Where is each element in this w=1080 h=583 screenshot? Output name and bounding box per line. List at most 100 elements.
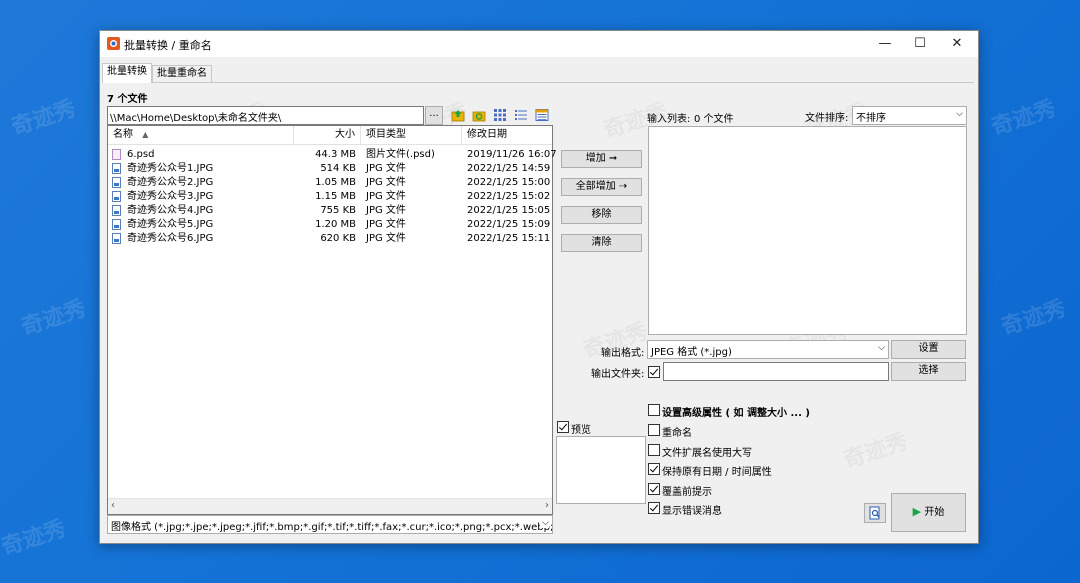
file-type: JPG 文件: [366, 163, 406, 174]
jpg-file-icon: [112, 205, 121, 216]
file-size: 1.15 MB: [315, 191, 356, 202]
file-size: 1.05 MB: [315, 177, 356, 188]
file-date: 2019/11/26 16:07: [467, 149, 557, 160]
column-header-size[interactable]: 大小: [294, 126, 361, 144]
file-type: JPG 文件: [366, 177, 406, 188]
output-format-dropdown[interactable]: JPEG 格式 (*.jpg) ⌵: [647, 340, 889, 359]
add-label: 增加: [585, 153, 606, 164]
maximize-icon[interactable]: ☐: [905, 35, 935, 53]
input-list[interactable]: [648, 126, 967, 335]
watermark: 奇迹秀: [988, 96, 1060, 141]
clear-button[interactable]: 清除: [561, 234, 642, 252]
preview-pane: [556, 436, 646, 504]
output-folder-label: 输出文件夹:: [591, 369, 645, 380]
watermark: 奇迹秀: [8, 96, 80, 141]
watermark: 奇迹秀: [0, 516, 70, 561]
output-folder-input[interactable]: [663, 362, 889, 381]
file-date: 2022/1/25 15:00: [467, 177, 551, 188]
choose-folder-button[interactable]: 选择: [891, 362, 966, 381]
column-header-name[interactable]: 名称 ▲: [108, 126, 294, 144]
input-list-count: 0 个文件: [694, 114, 734, 125]
sort-label: 文件排序:: [805, 113, 849, 124]
file-row[interactable]: 奇迹秀公众号6.JPG 620 KB JPG 文件 2022/1/25 15:1…: [108, 232, 550, 246]
show-errors-label: 显示错误消息: [662, 506, 722, 517]
settings-button[interactable]: 设置: [891, 340, 966, 359]
file-list-header: 名称 ▲ 大小 项目类型 修改日期: [108, 126, 552, 145]
file-row[interactable]: 6.psd 44.3 MB 图片文件(.psd) 2019/11/26 16:0…: [108, 148, 557, 162]
preview-checkbox[interactable]: [557, 421, 569, 433]
keep-datetime-label: 保持原有日期 / 时间属性: [662, 467, 772, 478]
sort-value: 不排序: [856, 113, 886, 124]
file-size: 44.3 MB: [315, 149, 356, 160]
file-row[interactable]: 奇迹秀公众号4.JPG 755 KB JPG 文件 2022/1/25 15:0…: [108, 204, 550, 218]
file-type: 图片文件(.psd): [366, 149, 435, 160]
add-all-label: 全部增加: [575, 181, 616, 192]
chevron-down-icon: ⌵: [540, 518, 549, 528]
file-type: JPG 文件: [366, 233, 406, 244]
file-type: JPG 文件: [366, 219, 406, 230]
column-header-type[interactable]: 项目类型: [361, 126, 462, 144]
add-all-button[interactable]: 全部增加 ⇢: [561, 178, 642, 196]
file-row[interactable]: 奇迹秀公众号1.JPG 514 KB JPG 文件 2022/1/25 14:5…: [108, 162, 550, 176]
file-name: 6.psd: [127, 149, 155, 160]
output-folder-checkbox[interactable]: [648, 366, 660, 378]
output-format-label: 输出格式:: [601, 348, 645, 359]
file-row[interactable]: 奇迹秀公众号5.JPG 1.20 MB JPG 文件 2022/1/25 15:…: [108, 218, 550, 232]
close-icon[interactable]: ✕: [942, 35, 972, 53]
watermark: 奇迹秀: [839, 424, 912, 475]
keep-datetime-checkbox[interactable]: [648, 463, 660, 475]
column-header-date[interactable]: 修改日期: [462, 126, 552, 144]
start-button[interactable]: ▶ 开始: [891, 493, 966, 532]
list-view-icon[interactable]: [514, 108, 528, 122]
advanced-settings-checkbox[interactable]: [648, 404, 660, 416]
uppercase-extension-checkbox[interactable]: [648, 444, 660, 456]
document-search-icon: [869, 506, 880, 520]
file-name: 奇迹秀公众号4.JPG: [127, 205, 214, 216]
show-errors-checkbox[interactable]: [648, 502, 660, 514]
uppercase-extension-label: 文件扩展名使用大写: [662, 448, 752, 459]
file-type: JPG 文件: [366, 191, 406, 202]
file-date: 2022/1/25 15:02: [467, 191, 551, 202]
add-button[interactable]: 增加 ➞: [561, 150, 642, 168]
sort-dropdown[interactable]: 不排序 ⌵: [852, 106, 967, 125]
batch-convert-window: 批量转换 / 重命名 — ☐ ✕ 批量转换 批量重命名 奇迹秀 奇迹秀 奇迹秀 …: [99, 30, 979, 544]
input-list-label: 输入列表:: [647, 114, 691, 125]
prompt-overwrite-checkbox[interactable]: [648, 483, 660, 495]
rename-label: 重命名: [662, 428, 692, 439]
details-view-icon[interactable]: [535, 108, 549, 122]
file-filter-value: 图像格式 (*.jpg;*.jpe;*.jpeg;*.jfif;*.bmp;*.…: [111, 522, 553, 533]
folder-refresh-icon[interactable]: [472, 108, 486, 122]
path-field[interactable]: \\Mac\Home\Desktop\未命名文件夹\: [107, 106, 424, 125]
remove-button[interactable]: 移除: [561, 206, 642, 224]
prompt-overwrite-label: 覆盖前提示: [662, 487, 712, 498]
file-date: 2022/1/25 15:05: [467, 205, 551, 216]
tab-batch-rename[interactable]: 批量重命名: [152, 65, 212, 83]
horizontal-scrollbar[interactable]: ‹ ›: [108, 498, 552, 514]
thumbnail-view-icon[interactable]: [493, 108, 507, 122]
advanced-settings-label: 设置高级属性 ( 如 调整大小 ... ): [662, 408, 810, 419]
title-bar[interactable]: 批量转换 / 重命名 — ☐ ✕: [100, 31, 978, 57]
file-filter-dropdown[interactable]: 图像格式 (*.jpg;*.jpe;*.jpeg;*.jfif;*.bmp;*.…: [107, 515, 553, 534]
browse-button[interactable]: ...: [425, 106, 443, 125]
file-date: 2022/1/25 14:59: [467, 163, 551, 174]
scroll-left-icon[interactable]: ‹: [111, 500, 115, 511]
view-log-button[interactable]: [864, 503, 886, 523]
sort-ascending-icon: ▲: [142, 130, 149, 139]
preview-label: 预览: [571, 425, 591, 436]
minimize-icon[interactable]: —: [870, 35, 900, 53]
file-name: 奇迹秀公众号1.JPG: [127, 163, 214, 174]
file-name: 奇迹秀公众号2.JPG: [127, 177, 214, 188]
folder-up-icon[interactable]: [451, 108, 465, 122]
file-name: 奇迹秀公众号3.JPG: [127, 191, 214, 202]
file-list[interactable]: 名称 ▲ 大小 项目类型 修改日期 6.psd 44.3 MB 图片文件(.ps…: [107, 125, 557, 515]
jpg-file-icon: [112, 177, 121, 188]
dotted-arrow-right-icon: ⇢: [618, 181, 628, 192]
rename-checkbox[interactable]: [648, 424, 660, 436]
chevron-down-icon: ⌵: [956, 109, 963, 119]
file-name: 奇迹秀公众号6.JPG: [127, 233, 214, 244]
file-date: 2022/1/25 15:09: [467, 219, 551, 230]
file-row[interactable]: 奇迹秀公众号3.JPG 1.15 MB JPG 文件 2022/1/25 15:…: [108, 190, 550, 204]
tab-batch-convert[interactable]: 批量转换: [102, 63, 152, 83]
scroll-right-icon[interactable]: ›: [545, 500, 549, 511]
file-row[interactable]: 奇迹秀公众号2.JPG 1.05 MB JPG 文件 2022/1/25 15:…: [108, 176, 550, 190]
